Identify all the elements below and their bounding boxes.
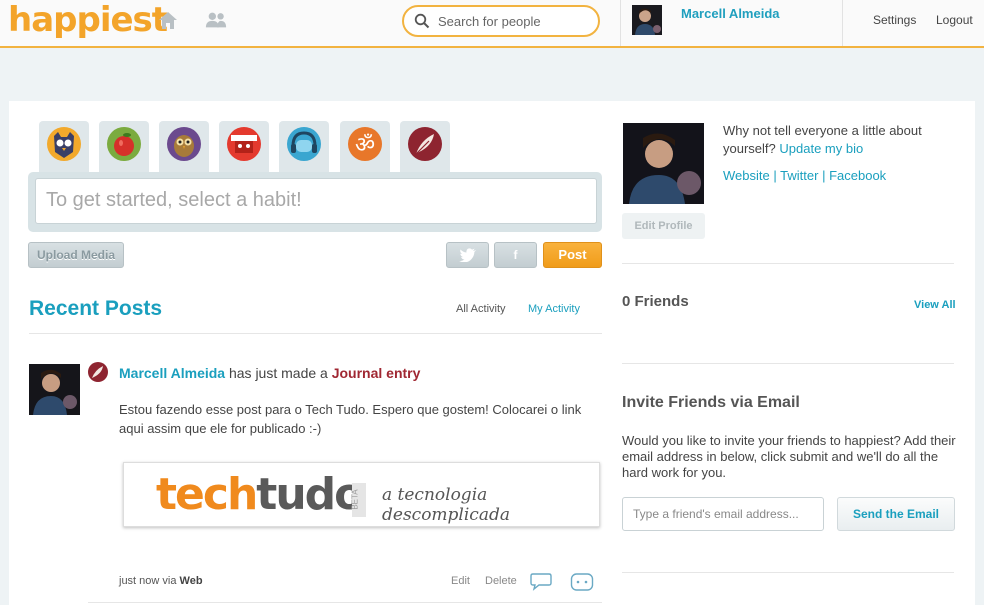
beta-badge: BETA	[351, 483, 366, 517]
media-tagline: a tecnologia descomplicada	[382, 485, 510, 525]
om-icon: ॐ	[348, 127, 382, 161]
twitter-link[interactable]: Twitter	[780, 168, 818, 183]
habit-post-input[interactable]	[35, 178, 597, 224]
facebook-link[interactable]: Facebook	[829, 168, 886, 183]
header-user-name[interactable]: Marcell Almeida	[681, 6, 780, 21]
invite-title: Invite Friends via Email	[622, 394, 800, 411]
feather-icon	[408, 127, 442, 161]
post-action-text: has just made a	[228, 365, 328, 381]
habit-tab-om[interactable]: ॐ	[340, 121, 390, 173]
headphones-icon	[287, 127, 321, 161]
divider	[622, 263, 954, 264]
settings-link[interactable]: Settings	[873, 13, 916, 27]
divider	[88, 602, 602, 603]
edit-profile-button[interactable]: Edit Profile	[622, 213, 705, 239]
share-twitter-button[interactable]	[446, 242, 489, 268]
journal-feather-icon	[88, 362, 108, 382]
friend-email-input[interactable]	[622, 497, 824, 531]
divider	[622, 363, 954, 364]
link-separator: |	[773, 168, 777, 183]
divider	[622, 572, 954, 573]
techtudo-logo: techtudo	[156, 469, 364, 520]
view-all-friends-link[interactable]: View All	[914, 299, 956, 311]
owl-mask-icon	[47, 127, 81, 161]
post-meta: just now via Web	[119, 575, 203, 587]
habit-tab-apple[interactable]	[99, 121, 149, 173]
search-input[interactable]	[438, 12, 588, 30]
habit-tab-journal[interactable]	[400, 121, 450, 173]
post-author-link[interactable]: Marcell Almeida	[119, 365, 225, 381]
tab-my-activity[interactable]: My Activity	[528, 303, 580, 315]
post-body: Estou fazendo esse post para o Tech Tudo…	[119, 402, 582, 436]
home-icon[interactable]	[157, 10, 179, 30]
link-separator: |	[822, 168, 826, 183]
svg-text:ॐ: ॐ	[355, 133, 375, 158]
search-icon	[414, 13, 430, 29]
twitter-icon	[458, 248, 476, 263]
happiest-logo[interactable]: happiest	[8, 0, 168, 40]
send-email-button[interactable]: Send the Email	[837, 497, 955, 531]
habit-tab-headphones[interactable]	[279, 121, 329, 173]
post-source: Web	[179, 575, 203, 587]
update-bio-link[interactable]: Update my bio	[779, 141, 863, 156]
divider	[29, 333, 602, 334]
post-time: just now via	[119, 575, 177, 587]
post-author-avatar[interactable]	[29, 364, 80, 415]
apple-icon	[107, 127, 141, 161]
post-header: Marcell Almeida has just made a Journal …	[119, 365, 420, 381]
header-divider	[842, 0, 843, 46]
recent-posts-title: Recent Posts	[29, 297, 163, 320]
invite-description: Would you like to invite your friends to…	[622, 433, 956, 480]
logout-link[interactable]: Logout	[936, 13, 973, 27]
upload-media-button[interactable]: Upload Media	[28, 242, 124, 268]
comment-icon[interactable]	[530, 572, 552, 591]
habit-tab-owl[interactable]	[159, 121, 209, 173]
post-type-link[interactable]: Journal entry	[332, 365, 421, 381]
smiley-icon[interactable]	[570, 572, 594, 592]
profile-photo[interactable]	[623, 123, 704, 204]
header-divider	[620, 0, 621, 46]
delete-post-link[interactable]: Delete	[485, 575, 517, 587]
user-avatar[interactable]	[632, 5, 662, 35]
people-search[interactable]	[402, 5, 600, 37]
post-composer	[28, 172, 602, 232]
bio-prompt: Why not tell everyone a little about you…	[723, 122, 953, 158]
post-media-banner[interactable]: techtudo BETA a tecnologia descomplicada	[123, 462, 600, 527]
friends-count: 0 Friends	[622, 293, 689, 310]
habit-tab-owl-mask[interactable]	[39, 121, 89, 173]
ninja-icon	[227, 127, 261, 161]
website-link[interactable]: Website	[723, 168, 770, 183]
share-facebook-button[interactable]: f	[494, 242, 537, 268]
edit-post-link[interactable]: Edit	[451, 575, 470, 587]
habit-tab-ninja[interactable]	[219, 121, 269, 173]
tab-all-activity[interactable]: All Activity	[456, 303, 506, 315]
post-button[interactable]: Post	[543, 242, 602, 268]
friends-icon[interactable]	[205, 10, 227, 30]
social-links: Website | Twitter | Facebook	[723, 168, 886, 183]
top-navbar: happiest Marcell Almeida Settings Logout	[0, 0, 984, 48]
owl-icon	[167, 127, 201, 161]
